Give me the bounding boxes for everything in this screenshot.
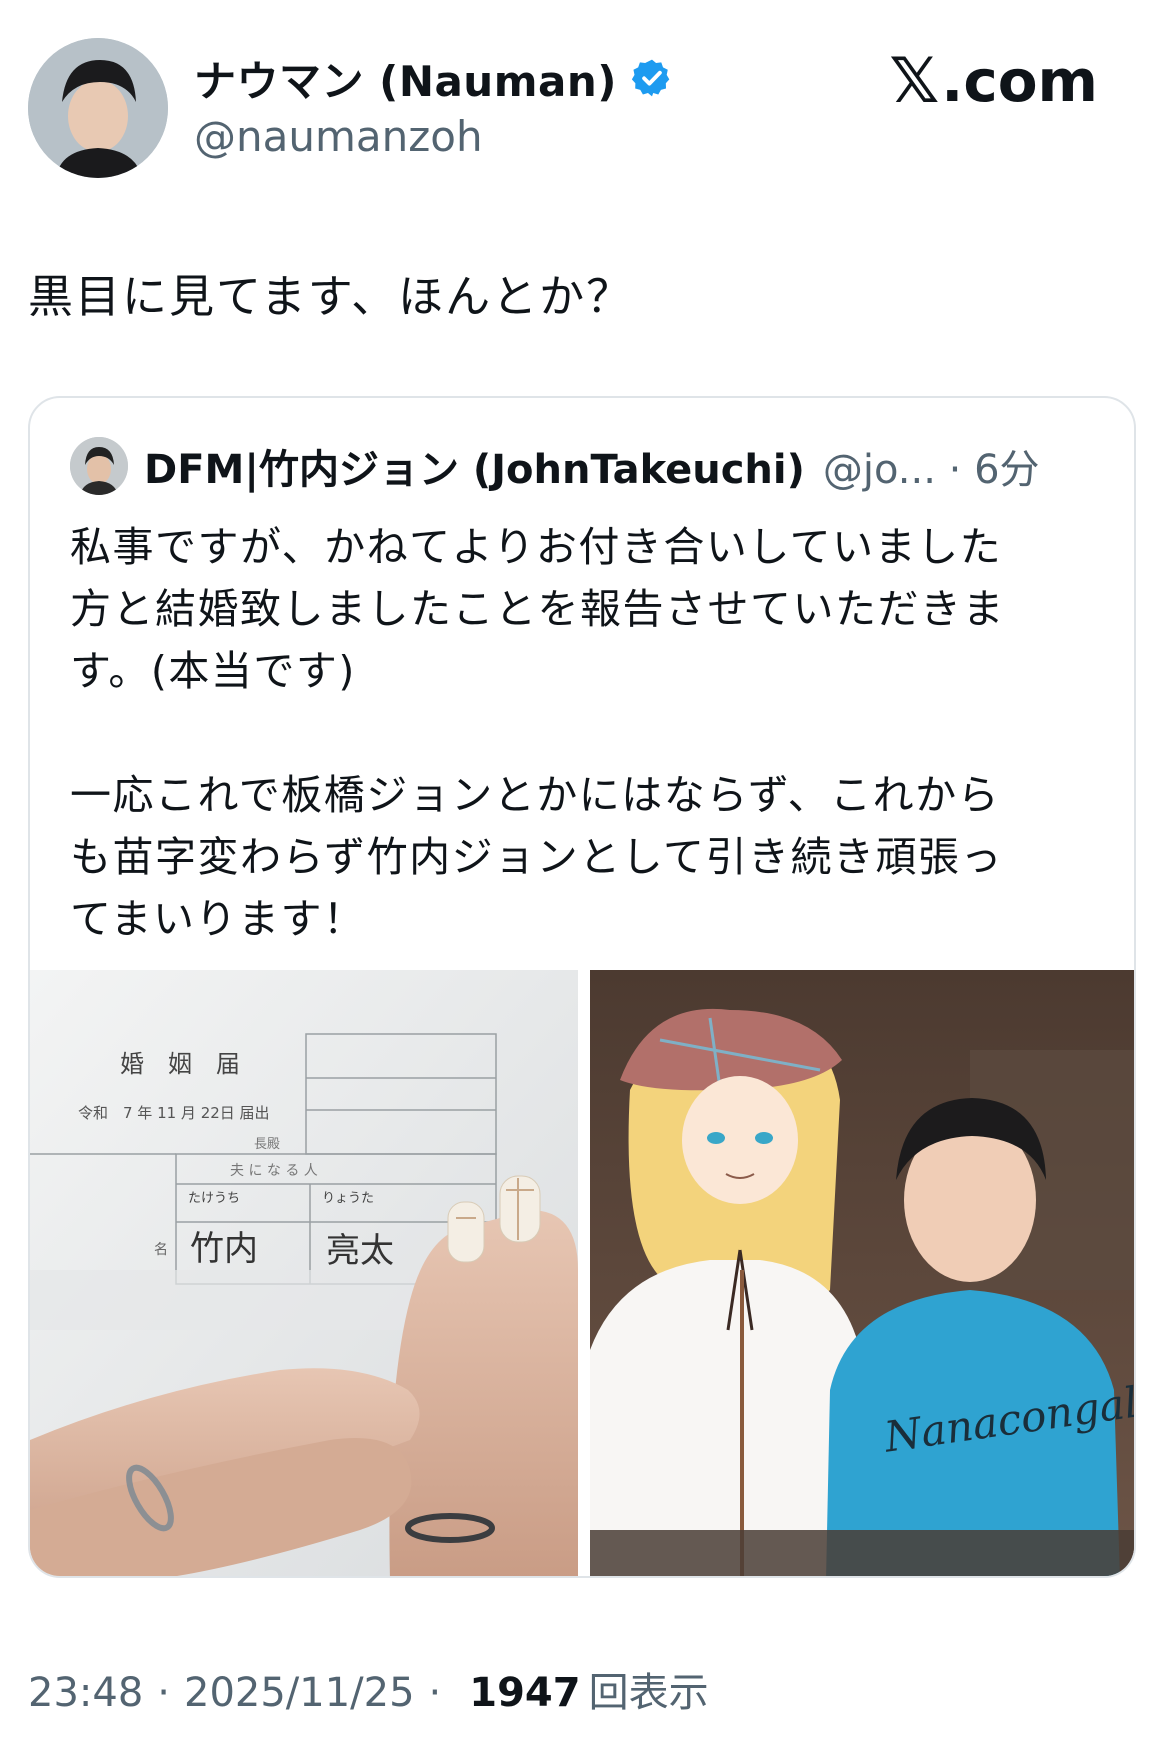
quoted-tweet-header: DFM|竹内ジョン (JohnTakeuchi) @jo... · 6分 xyxy=(70,436,1040,496)
form-date: 令和 7 年 11 月 22日 届出 xyxy=(78,1104,270,1122)
form-name-label: 名 xyxy=(154,1242,168,1258)
meta-separator: · xyxy=(157,1670,170,1716)
author-handle[interactable]: @naumanzoh xyxy=(194,112,483,161)
quote-line: 一応これで板橋ジョンとかにはならず、これから xyxy=(70,771,1001,819)
x-com-logo: 𝕏 .com xyxy=(889,44,1098,117)
meta-separator: · xyxy=(428,1670,442,1716)
form-given-name: 亮太 xyxy=(326,1231,394,1271)
view-count-label: 回表示 xyxy=(588,1670,709,1716)
form-surname: 竹内 xyxy=(190,1229,258,1269)
quote-line: 方と結婚致しましたことを報告させていただきま xyxy=(70,585,1005,633)
tweet-text: 黒目に見てます、ほんとか？ xyxy=(28,270,634,323)
tweet-time[interactable]: 23:48 xyxy=(28,1670,143,1716)
quoted-author-avatar xyxy=(70,437,128,495)
quote-line: 私事ですが、かねてよりお付き合いしていました xyxy=(70,523,1003,571)
view-count: 1947 xyxy=(469,1670,581,1716)
x-logo-icon: 𝕏 xyxy=(889,44,940,117)
quote-line: す。(本当です) xyxy=(70,647,356,695)
quoted-author-name: DFM|竹内ジョン (JohnTakeuchi) xyxy=(144,447,805,493)
form-title: 婚 姻 届 xyxy=(120,1050,240,1078)
site-name: .com xyxy=(941,46,1098,115)
form-furigana-surname: たけうち xyxy=(188,1191,240,1206)
tweet-meta: 23:48 · 2025/11/25 · 1947 回表示 xyxy=(28,1660,709,1718)
author-display-name[interactable]: ナウマン (Nauman) xyxy=(194,48,617,109)
quote-line: も苗字変わらず竹内ジョンとして引き続き頑張っ xyxy=(70,833,1003,881)
tweet-date[interactable]: 2025/11/25 xyxy=(184,1670,415,1716)
author-name-row[interactable]: ナウマン (Nauman) xyxy=(194,48,673,108)
quoted-handle-time: @jo... · 6分 xyxy=(822,447,1040,493)
quote-line: てまいります！ xyxy=(70,895,366,943)
quoted-media-grid: 婚 姻 届 令和 7 年 11 月 22日 届出 長殿 夫 に な る 人 たけ… xyxy=(30,970,1134,1576)
form-husband-header: 夫 に な る 人 xyxy=(230,1163,318,1179)
author-avatar[interactable] xyxy=(28,38,168,178)
form-nagadono: 長殿 xyxy=(254,1137,280,1152)
quoted-tweet-card[interactable]: DFM|竹内ジョン (JohnTakeuchi) @jo... · 6分 私事で… xyxy=(28,396,1136,1578)
marriage-form-photo[interactable]: 婚 姻 届 令和 7 年 11 月 22日 届出 長殿 夫 に な る 人 たけ… xyxy=(30,970,578,1576)
verified-badge-icon xyxy=(631,59,670,97)
quoted-tweet-text: 私事ですが、かねてよりお付き合いしていました 方と結婚致しましたことを報告させて… xyxy=(70,516,1100,950)
couple-photo[interactable]: Nanacongales xyxy=(590,970,1134,1576)
form-furigana-given: りょうた xyxy=(322,1191,374,1206)
